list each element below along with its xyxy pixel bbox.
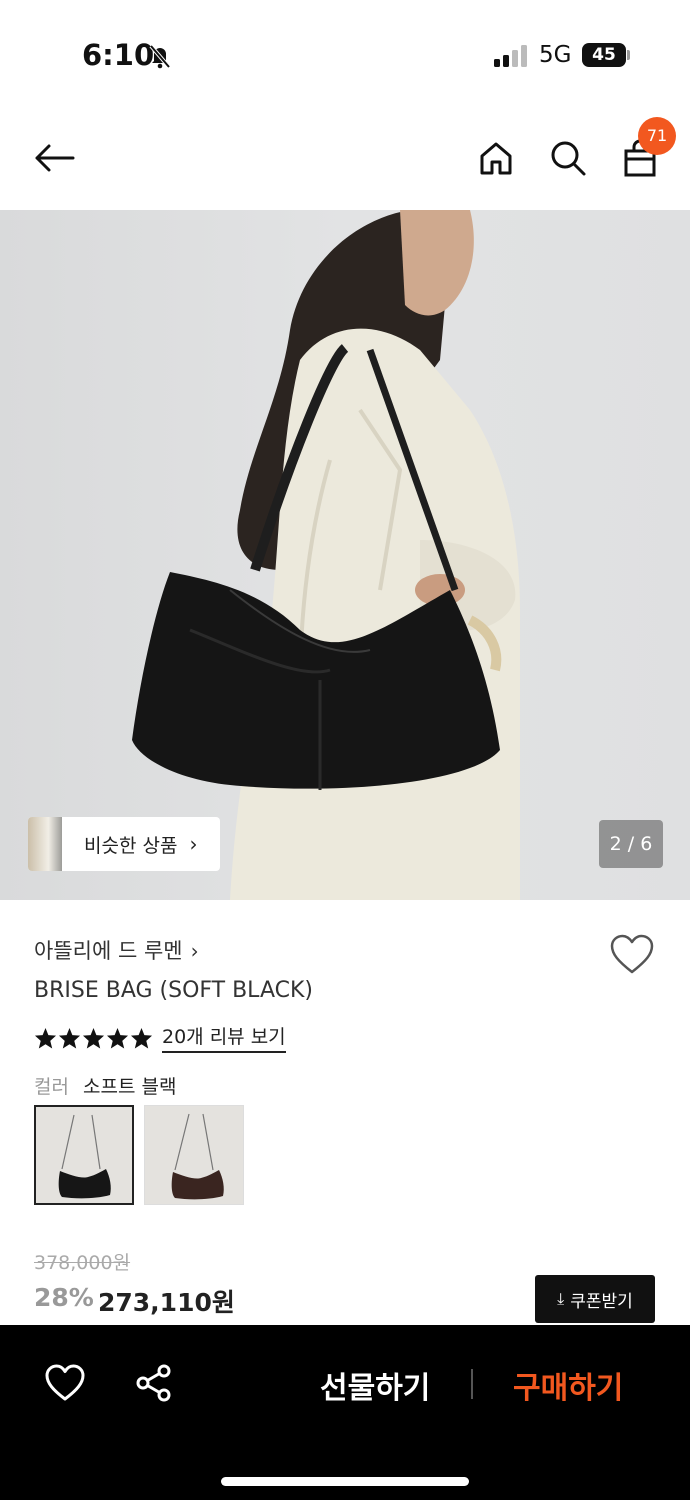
- product-photo: [132, 210, 520, 900]
- color-swatch-soft-black[interactable]: [34, 1105, 134, 1205]
- color-label: 컬러: [34, 1076, 69, 1098]
- color-swatch-brown[interactable]: [144, 1105, 244, 1205]
- search-icon: [551, 141, 586, 176]
- similar-products-label: 비슷한 상품: [84, 834, 178, 857]
- wishlist-button[interactable]: [608, 932, 656, 976]
- star-rating: [34, 1027, 154, 1049]
- battery-cap: [627, 50, 630, 60]
- product-image-carousel[interactable]: [0, 210, 690, 900]
- discount-rate: 28%: [34, 1283, 94, 1312]
- color-row: 컬러 소프트 블랙: [34, 1072, 176, 1099]
- chevron-right-icon: ›: [190, 939, 199, 963]
- status-time: 6:10: [82, 38, 155, 72]
- swatch-image-brown: [145, 1106, 243, 1204]
- app-header: [0, 110, 690, 210]
- coupon-label: 쿠폰받기: [570, 1291, 633, 1312]
- arrow-left-icon: [35, 144, 75, 172]
- star-icon: [106, 1027, 129, 1049]
- search-button[interactable]: [544, 134, 592, 182]
- rating-row: 20개 리뷰 보기: [34, 1022, 286, 1053]
- coupon-button[interactable]: ⤓ 쿠폰받기: [535, 1275, 655, 1323]
- divider: [471, 1369, 473, 1399]
- heart-icon: [610, 934, 654, 974]
- star-icon: [58, 1027, 81, 1049]
- star-icon: [82, 1027, 105, 1049]
- star-icon: [130, 1027, 153, 1049]
- status-bar: 6:10 5G 45: [0, 0, 690, 110]
- brand-link[interactable]: 아뜰리에 드 루멘 ›: [34, 935, 199, 965]
- buy-button[interactable]: 구매하기: [513, 1363, 623, 1407]
- back-button[interactable]: [30, 134, 78, 182]
- image-page-indicator: 2 / 6: [599, 820, 663, 868]
- original-price: 378,000원: [34, 1252, 131, 1274]
- brand-name: 아뜰리에 드 루멘: [34, 939, 183, 963]
- home-button[interactable]: [472, 134, 520, 182]
- similar-products-button[interactable]: 비슷한 상품 ›: [28, 817, 220, 871]
- star-icon: [34, 1027, 57, 1049]
- sale-price: 273,110원: [98, 1288, 235, 1317]
- share-icon[interactable]: [134, 1363, 174, 1403]
- gift-button[interactable]: 선물하기: [320, 1363, 430, 1407]
- bottom-action-bar: 선물하기 구매하기: [0, 1325, 690, 1500]
- review-link[interactable]: 20개 리뷰 보기: [162, 1022, 286, 1053]
- battery-icon: 45: [582, 43, 626, 67]
- swatch-image-black: [36, 1107, 132, 1203]
- network-type: 5G: [539, 42, 572, 68]
- heart-icon[interactable]: [44, 1363, 86, 1403]
- home-indicator[interactable]: [221, 1477, 469, 1486]
- color-value: 소프트 블랙: [83, 1076, 177, 1098]
- download-icon: ⤓: [557, 1289, 565, 1308]
- bell-muted-icon: [149, 44, 171, 69]
- home-icon: [480, 142, 512, 175]
- product-name: BRISE BAG (SOFT BLACK): [34, 978, 313, 1003]
- signal-icon: [494, 45, 527, 67]
- cart-count-badge: 71: [638, 117, 676, 155]
- chevron-right-icon: ›: [189, 832, 198, 856]
- similar-thumbnail: [28, 817, 62, 871]
